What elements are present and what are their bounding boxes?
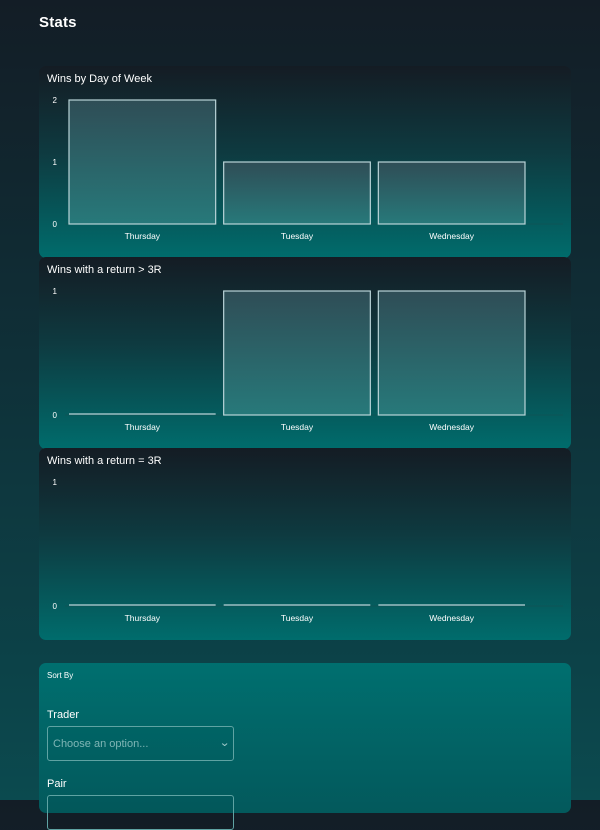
- x-tick-label: Wednesday: [429, 422, 474, 432]
- y-tick-label: 0: [53, 411, 58, 420]
- x-tick-label: Thursday: [125, 231, 161, 241]
- x-tick-label: Wednesday: [429, 613, 474, 623]
- sort-by-label: Sort By: [47, 671, 74, 680]
- pair-label: Pair: [47, 778, 67, 790]
- x-tick-label: Tuesday: [281, 231, 314, 241]
- bar[interactable]: [223, 290, 371, 416]
- trader-label: Trader: [47, 709, 79, 721]
- pair-select[interactable]: [47, 795, 234, 830]
- wins-above-3r-chart: 0 1 Thursday Tuesday Wednesday: [53, 287, 563, 432]
- x-tick-label: Thursday: [125, 613, 161, 623]
- wins-equal-3r-chart: 0 1 Thursday Tuesday Wednesday: [53, 478, 563, 623]
- y-tick-label: 1: [53, 158, 58, 167]
- y-tick-label: 2: [53, 96, 58, 105]
- y-tick-label: 1: [53, 478, 58, 487]
- chart-card-wins-by-day: Wins by Day of Week 0 1 2 Thursday Tuesday We…: [39, 66, 571, 258]
- bar[interactable]: [377, 161, 526, 225]
- chart-card-wins-equal-3r: Wins with a return = 3R 0 1 Thursday Tuesda…: [39, 448, 571, 640]
- x-tick-label: Tuesday: [281, 422, 314, 432]
- sort-panel: Sort By Trader Choose an option... ⌄ Pai…: [39, 663, 571, 830]
- wins-by-day-chart: 0 1 2 Thursday Tuesday Wednesday: [53, 96, 563, 241]
- page-title: Stats: [39, 14, 77, 31]
- trader-select-placeholder: Choose an option...: [53, 738, 149, 750]
- bar[interactable]: [68, 99, 217, 225]
- y-tick-label: 0: [53, 602, 58, 611]
- chevron-down-icon: ⌄: [218, 737, 230, 749]
- bar[interactable]: [377, 290, 526, 416]
- x-tick-label: Thursday: [125, 422, 161, 432]
- x-tick-label: Tuesday: [281, 613, 314, 623]
- x-tick-label: Wednesday: [429, 231, 474, 241]
- chart-card-wins-above-3r: Wins with a return > 3R 0 1 Thursday Tuesda…: [39, 257, 571, 449]
- trader-select[interactable]: Choose an option... ⌄: [47, 726, 234, 761]
- y-tick-label: 1: [53, 287, 58, 296]
- y-tick-label: 0: [53, 220, 58, 229]
- bar[interactable]: [223, 161, 371, 225]
